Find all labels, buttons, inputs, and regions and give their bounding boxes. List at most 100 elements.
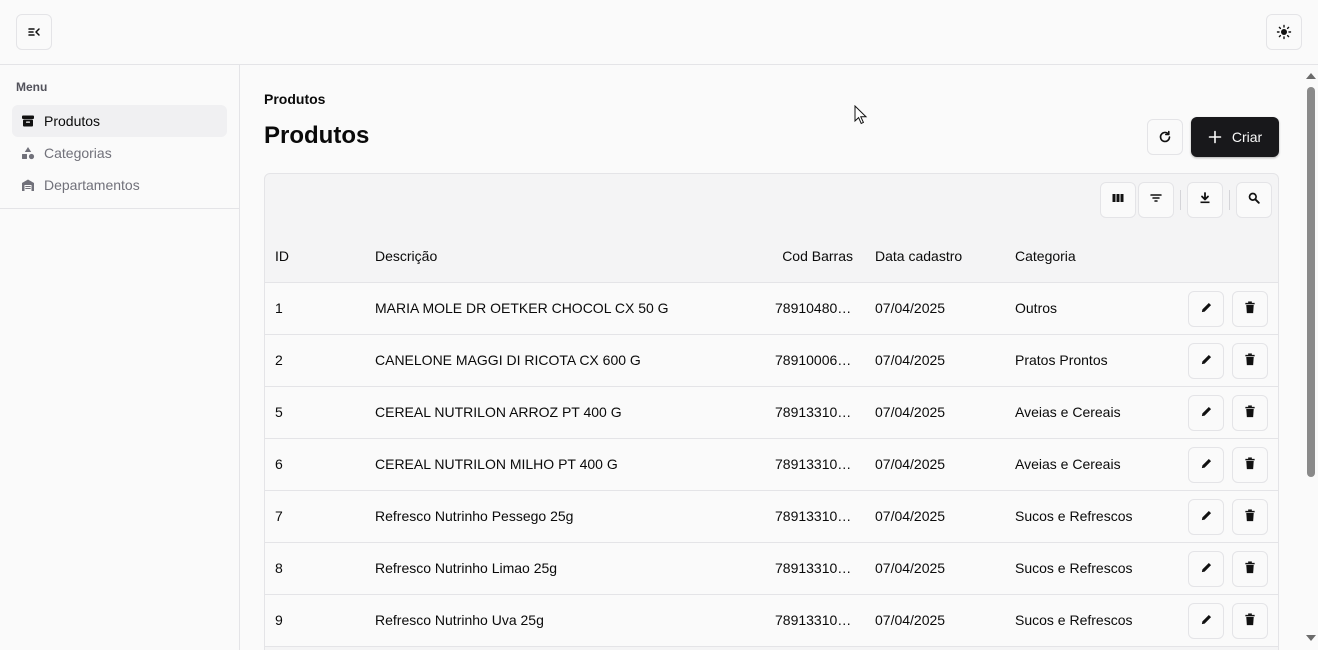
delete-button[interactable] xyxy=(1232,291,1268,327)
cell-descricao: CEREAL NUTRILON ARROZ PT 400 G xyxy=(375,404,622,420)
cell-cod-barras: 78913310… xyxy=(775,560,852,576)
edit-button[interactable] xyxy=(1188,447,1224,483)
toolbar-divider xyxy=(1229,190,1230,210)
create-button[interactable]: Criar xyxy=(1191,117,1279,157)
cell-id: 1 xyxy=(275,300,283,316)
column-header-cod-barras[interactable]: Cod Barras xyxy=(775,230,853,282)
sidebar-item-produtos[interactable]: Produtos xyxy=(12,105,227,137)
cell-descricao: CEREAL NUTRILON MILHO PT 400 G xyxy=(375,456,618,472)
cell-id: 8 xyxy=(275,560,283,576)
delete-button[interactable] xyxy=(1232,395,1268,431)
delete-button[interactable] xyxy=(1232,343,1268,379)
download-button[interactable] xyxy=(1187,182,1223,218)
cell-cod-barras: 78913310… xyxy=(775,404,852,420)
delete-button[interactable] xyxy=(1232,603,1268,639)
scroll-up-icon[interactable] xyxy=(1306,73,1316,79)
top-bar xyxy=(0,0,1318,65)
table-row: 8 Refresco Nutrinho Limao 25g 78913310… … xyxy=(265,543,1278,595)
cell-id: 2 xyxy=(275,352,283,368)
cell-descricao: CANELONE MAGGI DI RICOTA CX 600 G xyxy=(375,352,641,368)
pencil-icon xyxy=(1200,457,1213,473)
trash-icon xyxy=(1244,457,1256,473)
table-row: 1 MARIA MOLE DR OETKER CHOCOL CX 50 G 78… xyxy=(265,283,1278,335)
cell-data-cadastro: 07/04/2025 xyxy=(875,612,946,628)
mouse-cursor-icon xyxy=(854,104,868,130)
cell-descricao: Refresco Nutrinho Limao 25g xyxy=(375,560,558,576)
toolbar-divider xyxy=(1180,190,1181,210)
pencil-icon xyxy=(1200,405,1213,421)
table-row: 5 CEREAL NUTRILON ARROZ PT 400 G 7891331… xyxy=(265,387,1278,439)
edit-button[interactable] xyxy=(1188,499,1224,535)
theme-toggle-button[interactable] xyxy=(1266,14,1302,50)
edit-button[interactable] xyxy=(1188,603,1224,639)
sidebar-menu: Menu Produtos Categorias Departamentos xyxy=(0,65,239,209)
pencil-icon xyxy=(1200,301,1213,317)
edit-button[interactable] xyxy=(1188,343,1224,379)
columns-icon xyxy=(1111,191,1125,210)
cell-id: 6 xyxy=(275,456,283,472)
column-header-id[interactable]: ID xyxy=(275,230,365,282)
cell-cod-barras: 78913310… xyxy=(775,456,852,472)
pencil-icon xyxy=(1200,509,1213,525)
cell-id: 5 xyxy=(275,404,283,420)
sidebar: Menu Produtos Categorias Departamentos xyxy=(0,65,240,650)
sidebar-item-label: Departamentos xyxy=(44,177,140,193)
main-content: Produtos Produtos Criar ID Descrição Cod… xyxy=(240,65,1303,650)
cell-data-cadastro: 07/04/2025 xyxy=(875,560,946,576)
breadcrumb[interactable]: Produtos xyxy=(264,91,325,107)
column-header-descricao[interactable]: Descrição xyxy=(375,230,755,282)
cell-categoria: Sucos e Refrescos xyxy=(1015,560,1133,576)
pencil-icon xyxy=(1200,561,1213,577)
sidebar-item-categorias[interactable]: Categorias xyxy=(12,137,227,169)
cell-categoria: Aveias e Cereais xyxy=(1015,404,1121,420)
download-icon xyxy=(1198,191,1212,210)
delete-button[interactable] xyxy=(1232,447,1268,483)
column-header-data-cadastro[interactable]: Data cadastro xyxy=(875,230,1005,282)
menu-label: Menu xyxy=(16,80,48,94)
search-icon xyxy=(1247,191,1261,210)
scroll-down-icon[interactable] xyxy=(1306,635,1316,641)
create-button-label: Criar xyxy=(1231,129,1263,145)
cell-cod-barras: 78910480… xyxy=(775,300,852,316)
scroll-thumb[interactable] xyxy=(1307,87,1315,477)
sidebar-toggle-button[interactable] xyxy=(16,14,52,50)
trash-icon xyxy=(1244,301,1256,317)
cell-categoria: Outros xyxy=(1015,300,1058,316)
cell-data-cadastro: 07/04/2025 xyxy=(875,352,946,368)
column-header-categoria[interactable]: Categoria xyxy=(1015,230,1175,282)
sidebar-item-label: Produtos xyxy=(44,113,101,129)
delete-button[interactable] xyxy=(1232,499,1268,535)
search-button[interactable] xyxy=(1236,182,1272,218)
pencil-icon xyxy=(1200,353,1213,369)
sidebar-item-label: Categorias xyxy=(44,145,112,161)
panel-collapse-icon xyxy=(26,24,42,40)
page-scrollbar[interactable] xyxy=(1303,65,1318,650)
table-row: 7 Refresco Nutrinho Pessego 25g 78913310… xyxy=(265,491,1278,543)
table-row: 2 CANELONE MAGGI DI RICOTA CX 600 G 7891… xyxy=(265,335,1278,387)
archive-icon xyxy=(20,113,36,129)
cell-id: 9 xyxy=(275,612,283,628)
sun-icon xyxy=(1276,24,1292,40)
edit-button[interactable] xyxy=(1188,551,1224,587)
cell-data-cadastro: 07/04/2025 xyxy=(875,300,946,316)
table-header: ID Descrição Cod Barras Data cadastro Ca… xyxy=(265,230,1278,283)
filter-button[interactable] xyxy=(1138,182,1174,218)
sidebar-item-departamentos[interactable]: Departamentos xyxy=(12,169,227,201)
cell-descricao: Refresco Nutrinho Uva 25g xyxy=(375,612,544,628)
cell-categoria: Aveias e Cereais xyxy=(1015,456,1121,472)
refresh-button[interactable] xyxy=(1147,119,1183,155)
trash-icon xyxy=(1244,613,1256,629)
cell-data-cadastro: 07/04/2025 xyxy=(875,404,946,420)
columns-button[interactable] xyxy=(1100,182,1136,218)
trash-icon xyxy=(1244,509,1256,525)
cell-descricao: MARIA MOLE DR OETKER CHOCOL CX 50 G xyxy=(375,300,669,316)
delete-button[interactable] xyxy=(1232,551,1268,587)
table-row: 9 Refresco Nutrinho Uva 25g 78913310… 07… xyxy=(265,595,1278,647)
cell-categoria: Sucos e Refrescos xyxy=(1015,612,1133,628)
edit-button[interactable] xyxy=(1188,291,1224,327)
cell-cod-barras: 78910006… xyxy=(775,352,852,368)
shapes-icon xyxy=(20,145,36,161)
trash-icon xyxy=(1244,405,1256,421)
filter-icon xyxy=(1149,191,1163,210)
edit-button[interactable] xyxy=(1188,395,1224,431)
